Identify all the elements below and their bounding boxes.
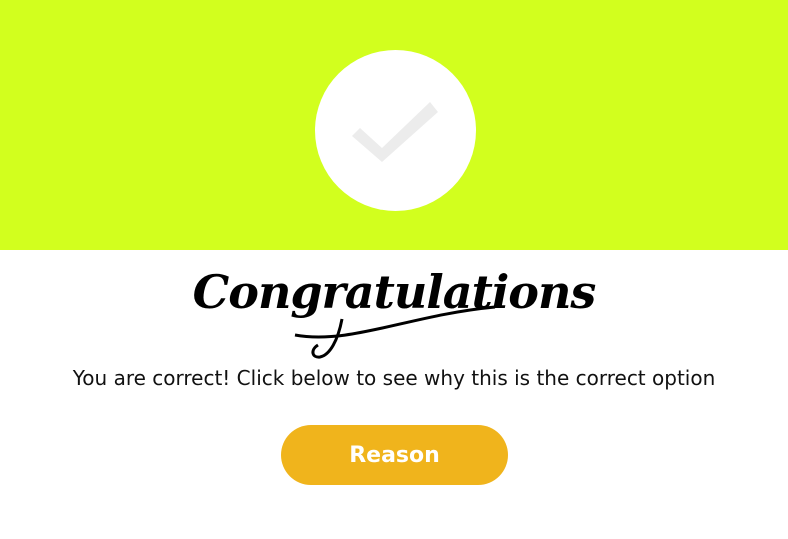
- reason-button[interactable]: Reason: [281, 425, 508, 485]
- success-banner: [0, 0, 788, 250]
- checkmark-icon: [352, 102, 438, 162]
- check-circle: [315, 50, 476, 211]
- result-message: You are correct! Click below to see why …: [72, 366, 716, 390]
- congratulations-flourish: [294, 305, 496, 359]
- result-dialog: Congratulations You are correct! Click b…: [0, 0, 788, 539]
